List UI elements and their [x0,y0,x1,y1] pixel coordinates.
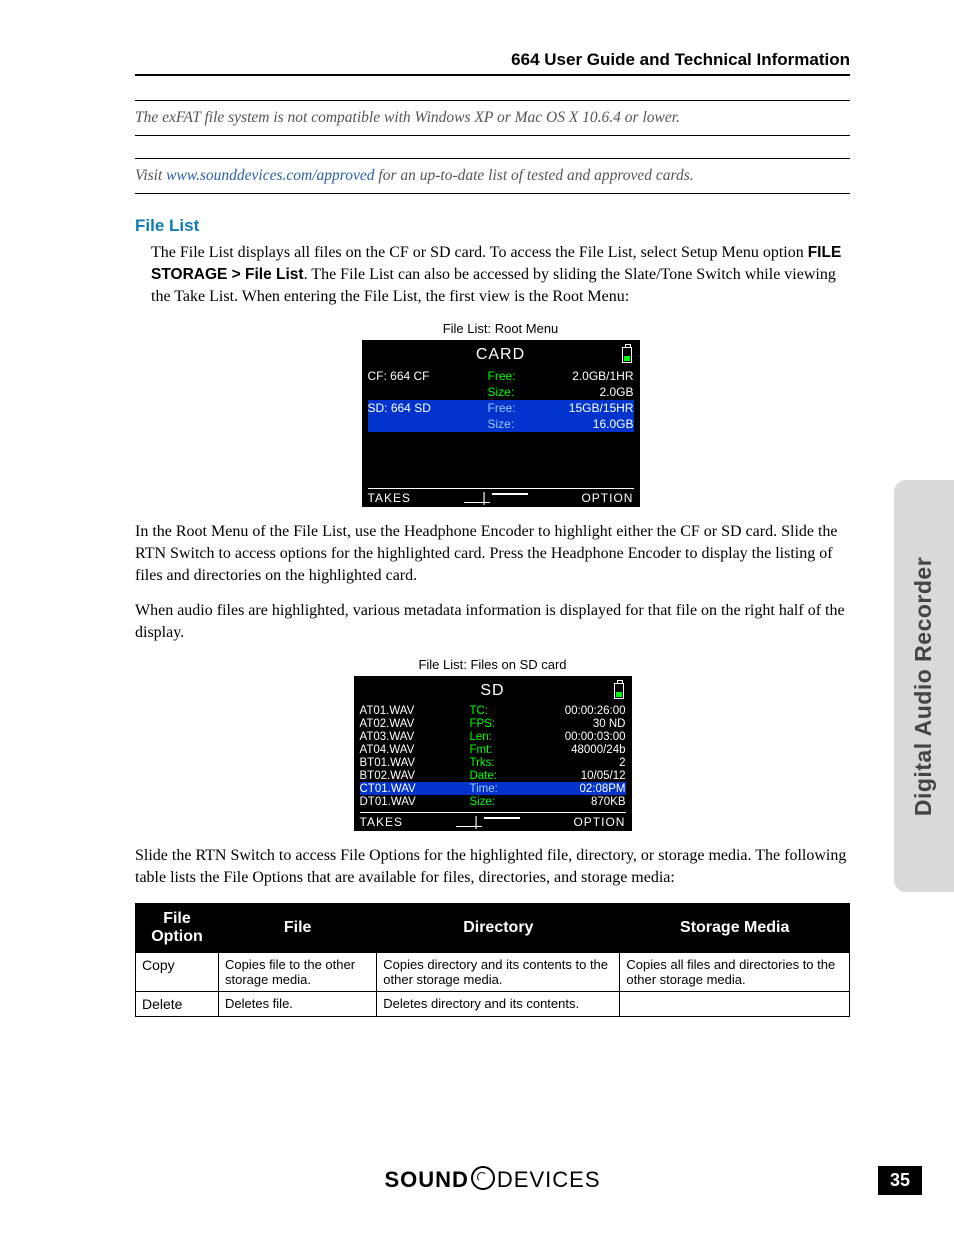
card-row: CF: 664 CF Free: 2.0GB/1HR [368,368,634,384]
meta-label: Date: [470,770,510,782]
meta-value: 2 [510,757,626,769]
th-file-option: File Option [136,903,219,952]
file-row: AT03.WAVLen:00:00:03:00 [360,730,626,743]
screen-title: SD [480,682,504,699]
file-name: AT04.WAV [360,744,470,756]
cell: Delete [136,991,219,1016]
meta-value: 00:00:03:00 [510,731,626,743]
paragraph: In the Root Menu of the File List, use t… [135,521,850,586]
device-screen-sd: SD AT01.WAVTC:00:00:26:00AT02.WAVFPS:30 … [354,676,632,831]
swirl-icon [471,1166,495,1190]
meta-value: 02:08PM [510,783,626,795]
th-directory: Directory [377,903,620,952]
callout-approved: Visit www.sounddevices.com/approved for … [135,158,850,194]
file-name: AT02.WAV [360,718,470,730]
softkey-right: OPTION [573,815,625,829]
approved-link[interactable]: www.sounddevices.com/approved [166,167,374,184]
file-options-table: File Option File Directory Storage Media… [135,903,850,1017]
callout-text: for an up-to-date list of tested and app… [375,167,694,184]
text: The File List displays all files on the … [151,244,808,261]
file-name: AT03.WAV [360,731,470,743]
th-storage: Storage Media [620,903,850,952]
screen-title: CARD [476,346,525,363]
cell: Copies all files and directories to the … [620,952,850,991]
callout-text: Visit [135,167,166,184]
card-row-selected: Size: 16.0GB [368,416,634,432]
callout-exfat: The exFAT file system is not compatible … [135,100,850,136]
cell: Deletes file. [218,991,376,1016]
stat-label: Size: [488,417,532,431]
paragraph: When audio files are highlighted, variou… [135,600,850,643]
stat-label: Size: [488,385,532,399]
page-number: 35 [878,1166,922,1195]
paragraph: Slide the RTN Switch to access File Opti… [135,845,850,888]
scrub-indicator [464,491,528,505]
card-name: SD: 664 SD [368,401,488,415]
stat-label: Free: [488,401,532,415]
meta-label: Fmt: [470,744,510,756]
brand-text: SOUND [384,1167,468,1192]
meta-value: 30 ND [510,718,626,730]
file-row: DT01.WAVSize:870KB [360,795,626,808]
meta-value: 48000/24b [510,744,626,756]
brand-text: DEVICES [497,1167,601,1192]
battery-icon [614,683,624,699]
file-name: AT01.WAV [360,705,470,717]
softkey-left: TAKES [368,491,411,505]
file-name: CT01.WAV [360,783,470,795]
table-row: Delete Deletes file. Deletes directory a… [136,991,850,1016]
stat-value: 15GB/15HR [532,401,634,415]
meta-value: 00:00:26:00 [510,705,626,717]
file-row: AT01.WAVTC:00:00:26:00 [360,704,626,717]
device-screen-root: CARD CF: 664 CF Free: 2.0GB/1HR Size: 2.… [362,340,640,507]
meta-label: Len: [470,731,510,743]
table-row: Copy Copies file to the other storage me… [136,952,850,991]
card-row-selected: SD: 664 SD Free: 15GB/15HR [368,400,634,416]
cell: Copy [136,952,219,991]
section-tab-label: Digital Audio Recorder [911,556,938,815]
figure-caption: File List: Files on SD card [135,657,850,672]
meta-label: Trks: [470,757,510,769]
meta-value: 870KB [510,796,626,808]
battery-icon [622,347,632,363]
paragraph: The File List displays all files on the … [151,242,850,307]
stat-label: Free: [488,369,532,383]
running-header: 664 User Guide and Technical Information [135,50,850,76]
card-name: CF: 664 CF [368,369,488,383]
softkey-right: OPTION [581,491,633,505]
scrub-indicator [456,815,520,829]
figure-caption: File List: Root Menu [151,321,850,336]
meta-label: TC: [470,705,510,717]
section-tab: Digital Audio Recorder [894,480,954,892]
softkey-left: TAKES [360,815,403,829]
meta-label: Time: [470,783,510,795]
file-name: BT01.WAV [360,757,470,769]
file-row-selected: CT01.WAVTime:02:08PM [360,782,626,795]
cell: Copies directory and its contents to the… [377,952,620,991]
stat-value: 16.0GB [532,417,634,431]
stat-value: 2.0GB/1HR [532,369,634,383]
meta-value: 10/05/12 [510,770,626,782]
th-file: File [218,903,376,952]
page-footer: SOUND DEVICES [135,1166,850,1193]
cell: Deletes directory and its contents. [377,991,620,1016]
file-row: BT02.WAVDate:10/05/12 [360,769,626,782]
stat-value: 2.0GB [532,385,634,399]
file-name: BT02.WAV [360,770,470,782]
brand-logo: SOUND DEVICES [384,1167,600,1192]
meta-label: FPS: [470,718,510,730]
meta-label: Size: [470,796,510,808]
card-row: Size: 2.0GB [368,384,634,400]
section-heading: File List [135,216,850,236]
file-row: AT04.WAVFmt:48000/24b [360,743,626,756]
cell [620,991,850,1016]
file-row: AT02.WAVFPS:30 ND [360,717,626,730]
file-name: DT01.WAV [360,796,470,808]
cell: Copies file to the other storage media. [218,952,376,991]
file-row: BT01.WAVTrks:2 [360,756,626,769]
